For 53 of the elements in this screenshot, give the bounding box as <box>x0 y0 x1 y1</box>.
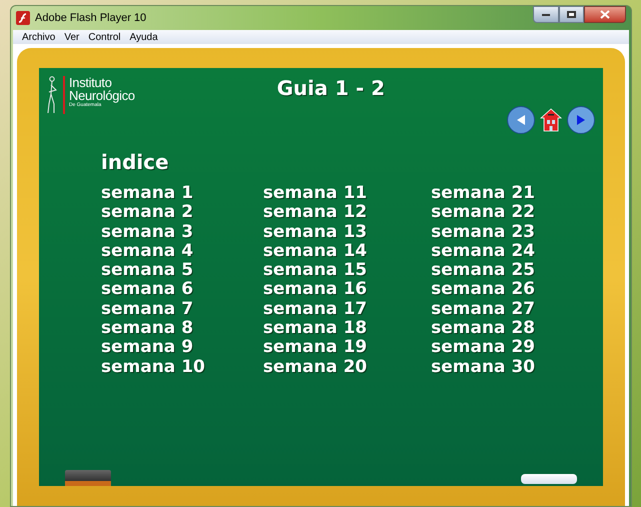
week-link[interactable]: semana 7 <box>101 300 263 318</box>
week-link[interactable]: semana 15 <box>263 262 431 280</box>
menu-item[interactable]: Ver <box>64 30 80 44</box>
week-link[interactable]: semana 2 <box>101 204 263 222</box>
flash-logo-icon <box>16 11 30 25</box>
week-link[interactable]: semana 27 <box>431 300 535 318</box>
eraser-drawing <box>65 470 111 486</box>
week-link[interactable]: semana 4 <box>101 242 263 260</box>
menu-item[interactable]: Ayuda <box>130 30 158 44</box>
week-link[interactable]: semana 20 <box>263 358 431 376</box>
house-icon <box>540 108 562 132</box>
week-link[interactable]: semana 22 <box>431 204 535 222</box>
chalk-drawing <box>521 474 577 484</box>
week-link[interactable]: semana 16 <box>263 281 431 299</box>
week-link[interactable]: semana 5 <box>101 262 263 280</box>
week-link[interactable]: semana 23 <box>431 224 535 241</box>
week-link[interactable]: semana 30 <box>431 358 535 376</box>
week-link[interactable]: semana 1 <box>101 185 263 202</box>
week-link[interactable]: semana 21 <box>431 185 535 202</box>
right-arrow-icon <box>575 114 587 126</box>
menu-item[interactable]: Archivo <box>22 30 56 44</box>
menu-item[interactable]: Control <box>88 30 121 44</box>
week-link[interactable]: semana 10 <box>101 358 263 376</box>
page-title: Guia 1 - 2 <box>276 78 385 98</box>
minimize-button[interactable] <box>533 6 559 23</box>
back-button[interactable] <box>507 106 535 134</box>
window-title: Adobe Flash Player 10 <box>35 10 146 26</box>
week-link[interactable]: semana 6 <box>101 281 263 299</box>
week-link[interactable]: semana 18 <box>263 320 431 338</box>
week-link[interactable]: semana 26 <box>431 281 535 299</box>
close-button[interactable] <box>584 6 626 23</box>
week-link[interactable]: semana 14 <box>263 242 431 260</box>
week-link[interactable]: semana 9 <box>101 339 263 357</box>
logo-text: Neurológico <box>69 89 135 102</box>
week-link[interactable]: semana 24 <box>431 242 535 260</box>
week-link[interactable]: semana 25 <box>431 262 535 280</box>
week-link[interactable]: semana 29 <box>431 339 535 357</box>
week-link[interactable]: semana 28 <box>431 320 535 338</box>
maximize-button[interactable] <box>559 6 584 23</box>
left-arrow-icon <box>515 114 527 126</box>
week-link[interactable]: semana 3 <box>101 224 263 241</box>
week-link[interactable]: semana 12 <box>263 204 431 222</box>
index-heading: indice <box>101 150 169 174</box>
home-button[interactable] <box>539 106 563 134</box>
forward-button[interactable] <box>567 106 595 134</box>
week-link[interactable]: semana 13 <box>263 224 431 241</box>
week-link[interactable]: semana 8 <box>101 320 263 338</box>
week-link[interactable]: semana 19 <box>263 339 431 357</box>
golfer-icon <box>45 76 59 114</box>
week-link[interactable]: semana 17 <box>263 300 431 318</box>
week-link[interactable]: semana 11 <box>263 185 431 202</box>
close-icon <box>600 10 610 19</box>
logo-text: Instituto <box>69 76 113 89</box>
